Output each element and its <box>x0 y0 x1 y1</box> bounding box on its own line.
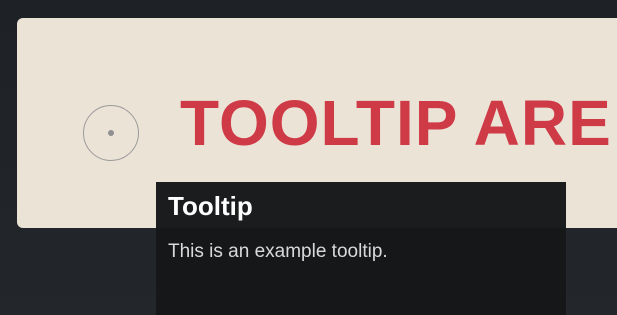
tooltip-title: Tooltip <box>156 182 566 228</box>
tooltip-trigger-icon[interactable] <box>83 105 139 161</box>
tooltip-body: This is an example tooltip. <box>168 241 388 262</box>
page: TOOLTIP ARE Tooltip This is an example t… <box>0 0 617 315</box>
tooltip-popup: Tooltip This is an example tooltip. <box>156 182 566 315</box>
page-heading: TOOLTIP ARE <box>180 87 612 159</box>
center-dot-icon <box>108 130 114 136</box>
